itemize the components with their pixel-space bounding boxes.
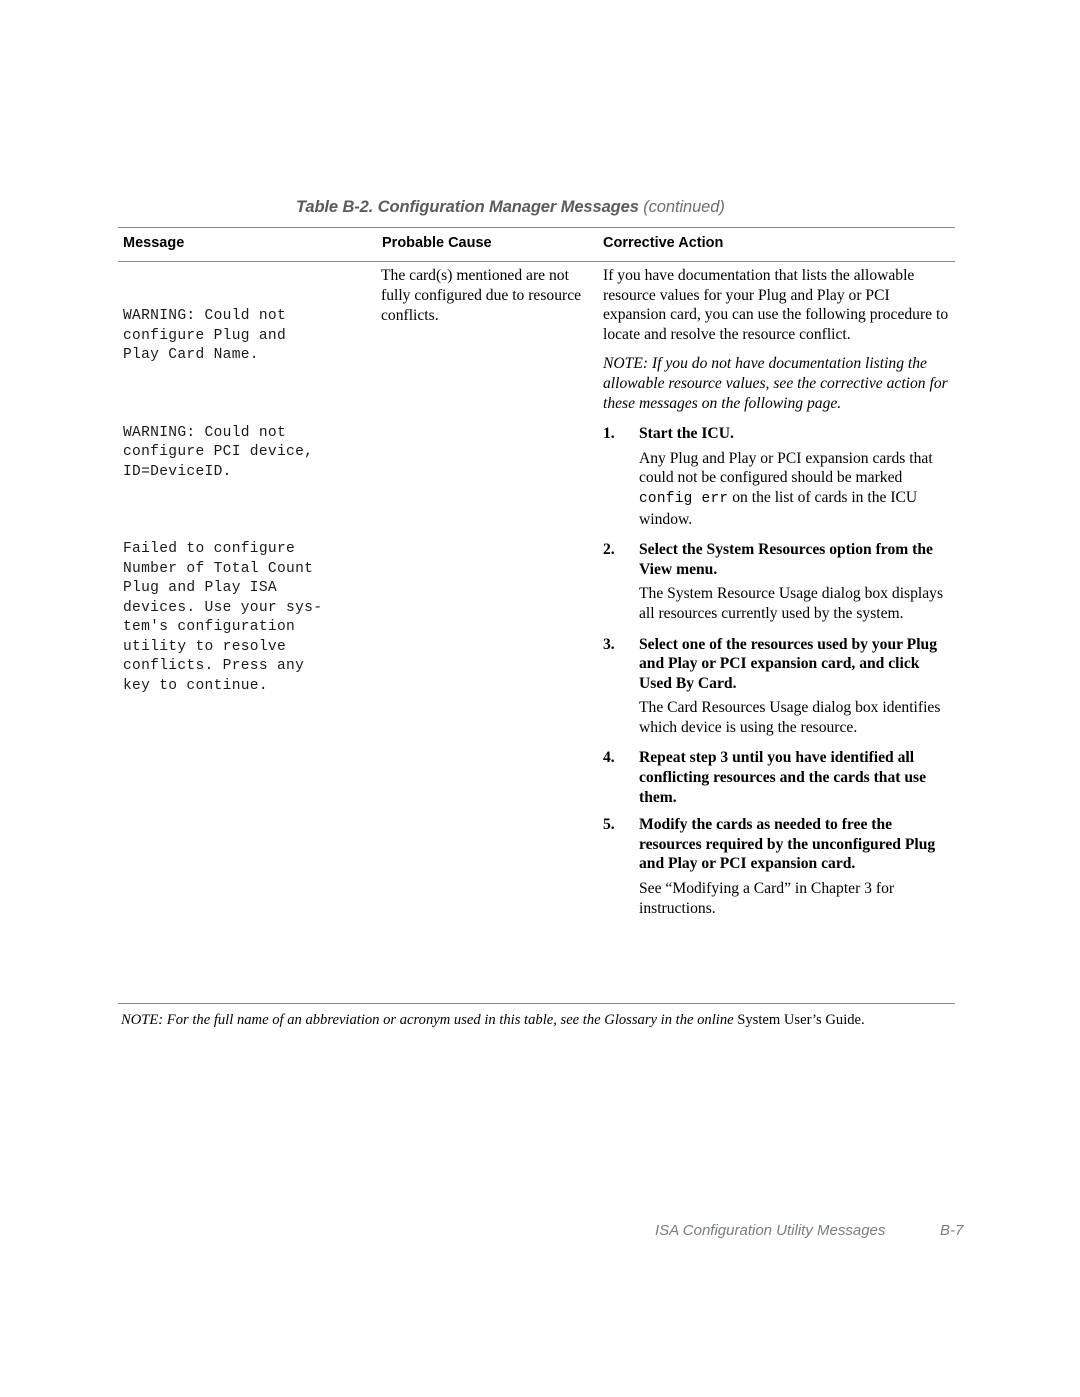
- table-footnote: NOTE: For the full name of an abbreviati…: [121, 1011, 961, 1029]
- table-bottom-rule: [118, 1003, 955, 1004]
- table-caption-continued: (continued): [643, 198, 725, 216]
- message-column: WARNING: Could not configure Plug and Pl…: [123, 268, 378, 735]
- step-body: See “Modifying a Card” in Chapter 3 for …: [639, 880, 895, 917]
- corrective-action-note: NOTE: If you do not have documentation l…: [603, 355, 948, 412]
- message-block: WARNING: Could not configure Plug and Pl…: [123, 308, 287, 363]
- step-number: 3.: [603, 635, 615, 653]
- table-caption: Table B-2. Configuration Manager Message…: [296, 198, 725, 217]
- table-top-rule: [118, 227, 955, 228]
- column-header-corrective-action: Corrective Action: [603, 235, 724, 251]
- step-number: 2.: [603, 541, 615, 559]
- step-item-5: 5. Modify the cards as needed to free th…: [603, 815, 955, 918]
- step-item-3: 3. Select one of the resources used by y…: [603, 635, 955, 738]
- step-number: 4.: [603, 749, 615, 767]
- footer-page-number: B-7: [940, 1222, 964, 1239]
- corrective-action-column: If you have documentation that lists the…: [603, 266, 955, 918]
- step-body: The Card Resources Usage dialog box iden…: [639, 699, 941, 736]
- step-body: The System Resource Usage dialog box dis…: [639, 585, 944, 622]
- message-block: WARNING: Could not configure PCI device,…: [123, 424, 314, 480]
- step-item-2: 2. Select the System Resources option fr…: [603, 540, 955, 623]
- step-title: Start the ICU.: [639, 425, 734, 443]
- step-number: 5.: [603, 816, 615, 834]
- step-body: Any Plug and Play or PCI expansion cards…: [639, 449, 955, 529]
- footnote-roman-text: System User’s Guide.: [737, 1012, 865, 1028]
- table-caption-main: Table B-2. Configuration Manager Message…: [296, 198, 639, 216]
- table-header-rule: [118, 261, 955, 262]
- footnote-italic-text: NOTE: For the full name of an abbreviati…: [121, 1012, 738, 1028]
- message-block: Failed to configure Number of Total Coun…: [123, 541, 323, 694]
- step-number: 1.: [603, 425, 615, 443]
- step-body-code: config err: [639, 490, 729, 507]
- step-body-before: Any Plug and Play or PCI expansion cards…: [639, 449, 933, 487]
- step-item-4: 4. Repeat step 3 until you have identifi…: [603, 748, 955, 807]
- step-title: Repeat step 3 until you have identified …: [639, 749, 927, 806]
- step-title: Select one of the resources used by your…: [639, 635, 938, 692]
- step-title: Select the System Resources option from …: [639, 541, 933, 578]
- step-item-1: 1. Start the ICU. Any Plug and Play or P…: [603, 424, 955, 529]
- footer-chapter-name: ISA Configuration Utility Messages: [655, 1222, 886, 1239]
- column-header-probable-cause: Probable Cause: [382, 235, 492, 251]
- step-title: Modify the cards as needed to free the r…: [639, 816, 936, 873]
- column-header-message: Message: [123, 235, 185, 251]
- corrective-action-intro: If you have documentation that lists the…: [603, 267, 949, 343]
- probable-cause-text: The card(s) mentioned are not fully conf…: [381, 267, 582, 324]
- probable-cause-column: The card(s) mentioned are not fully conf…: [381, 266, 586, 325]
